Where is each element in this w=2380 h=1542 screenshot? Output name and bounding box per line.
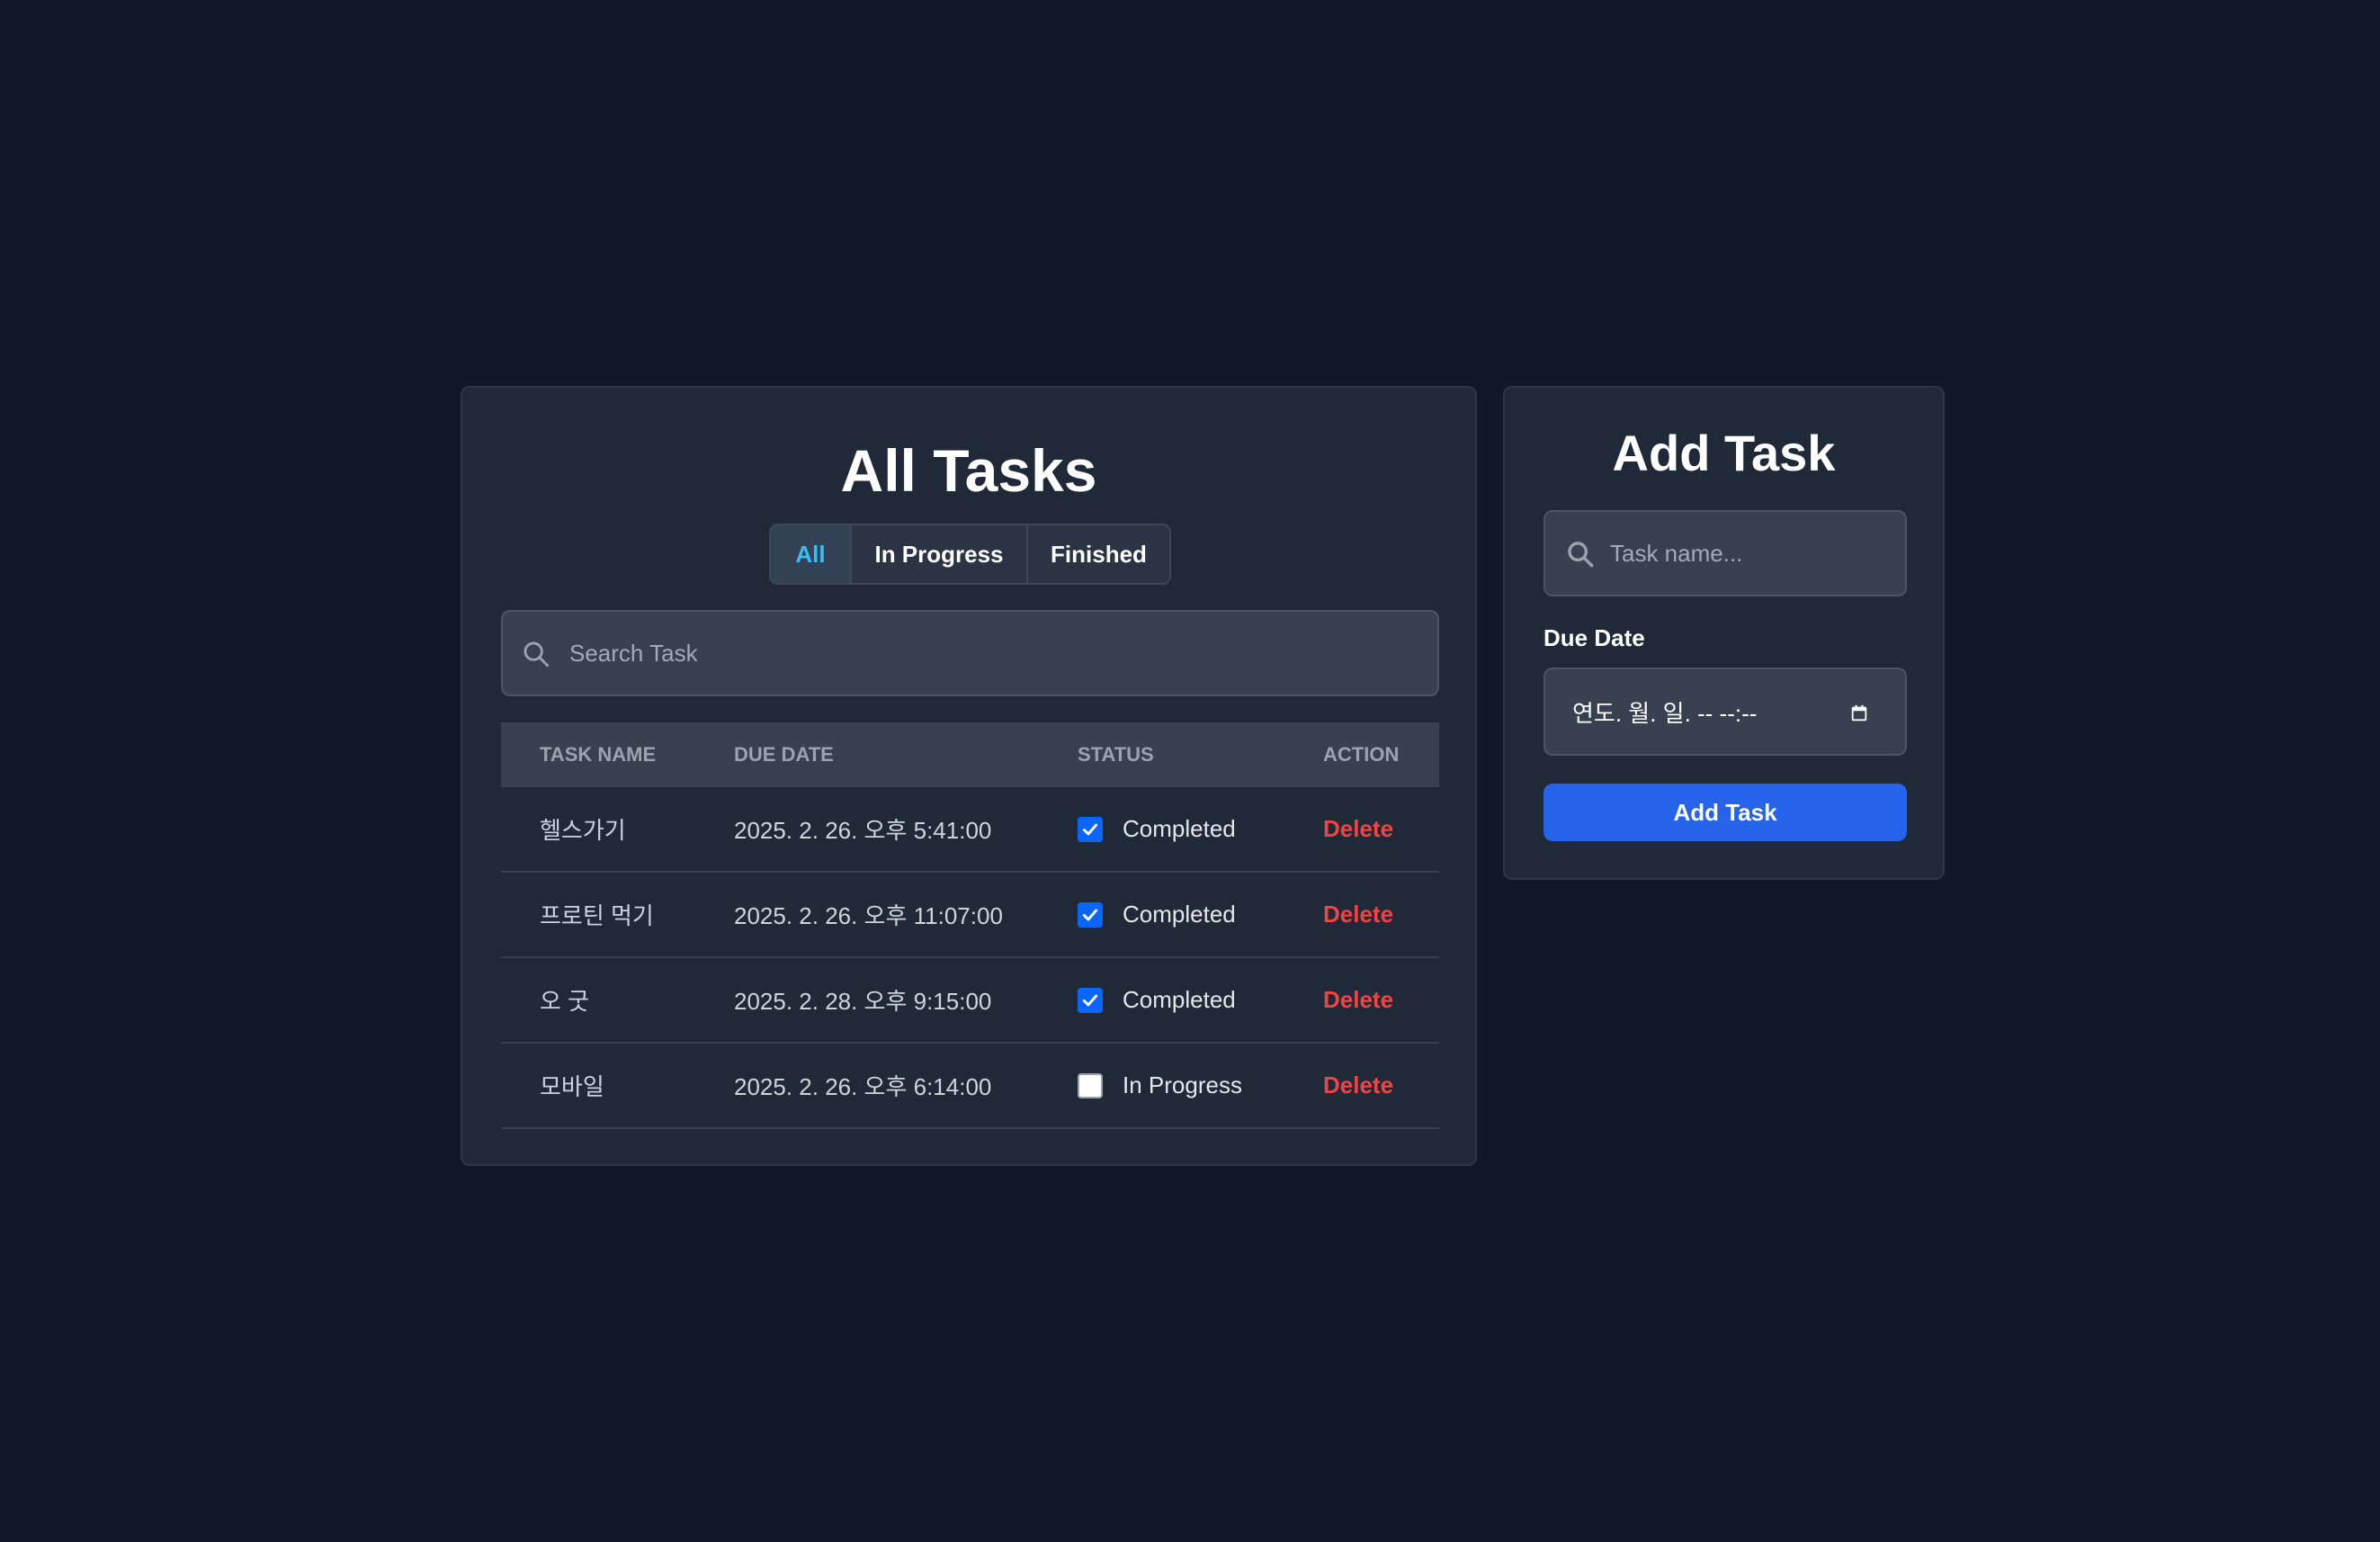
task-due-date: 2025. 2. 28. 오후 9:15:00 [734,988,992,1015]
status-cell: Completed [1078,986,1236,1014]
status-label: Completed [1123,986,1236,1013]
tab-in-progress[interactable]: In Progress [850,525,1026,583]
table-row: 헬스가기 2025. 2. 26. 오후 5:41:00 Completed D… [501,787,1439,873]
task-name: 프로틴 먹기 [540,902,654,929]
column-header-task-name: TASK NAME [540,743,657,766]
tab-finished[interactable]: Finished [1026,525,1169,583]
column-header-action: ACTION [1323,743,1400,766]
status-checkbox[interactable] [1078,816,1103,842]
task-name-input[interactable] [1608,512,1891,595]
table-row: 모바일 2025. 2. 26. 오후 6:14:00 In Progress … [501,1044,1439,1129]
delete-button[interactable]: Delete [1323,1071,1393,1099]
tab-all[interactable]: All [771,525,850,583]
search-icon [521,639,551,669]
table-row: 오 굿 2025. 2. 28. 오후 9:15:00 Completed De… [501,958,1439,1044]
task-table: TASK NAME DUE DATE STATUS ACTION 헬스가기 20… [501,722,1439,1129]
filter-tabs: All In Progress Finished [769,524,1171,585]
add-task-button[interactable]: Add Task [1543,784,1907,841]
check-icon [1082,994,1098,1006]
delete-button[interactable]: Delete [1323,901,1393,928]
status-label: Completed [1123,815,1236,842]
calendar-icon[interactable] [1849,704,1869,723]
status-checkbox[interactable] [1078,987,1103,1013]
status-cell: Completed [1078,815,1236,843]
task-name: 오 굿 [540,988,590,1015]
status-checkbox[interactable] [1078,1072,1103,1098]
task-name: 모바일 [540,1073,604,1100]
table-row: 프로틴 먹기 2025. 2. 26. 오후 11:07:00 Complete… [501,873,1439,958]
column-header-due-date: DUE DATE [734,743,834,766]
check-icon [1082,909,1098,920]
tasks-panel: All Tasks All In Progress Finished TASK … [461,386,1477,1166]
column-header-status: STATUS [1078,743,1154,766]
due-date-value: 연도. 월. 일. -- --:-- [1572,699,1758,727]
status-checkbox[interactable] [1078,901,1103,928]
status-label: In Progress [1123,1071,1242,1098]
status-label: Completed [1123,901,1236,928]
due-date-label: Due Date [1543,624,1645,651]
task-name-box [1543,510,1907,596]
add-task-panel: Add Task Due Date 연도. 월. 일. -- --:-- Add… [1503,386,1945,880]
delete-button[interactable]: Delete [1323,815,1393,843]
status-cell: Completed [1078,901,1236,928]
page-title: All Tasks [840,437,1097,504]
search-icon [1565,539,1596,569]
due-date-input[interactable]: 연도. 월. 일. -- --:-- [1543,668,1907,756]
task-due-date: 2025. 2. 26. 오후 5:41:00 [734,817,992,844]
search-task-box [501,610,1439,696]
status-cell: In Progress [1078,1071,1242,1099]
table-header: TASK NAME DUE DATE STATUS ACTION [501,722,1439,787]
task-due-date: 2025. 2. 26. 오후 11:07:00 [734,902,1003,929]
task-name: 헬스가기 [540,817,626,844]
add-task-title: Add Task [1612,425,1836,481]
search-task-input[interactable] [568,612,1423,695]
check-icon [1082,823,1098,835]
task-due-date: 2025. 2. 26. 오후 6:14:00 [734,1073,992,1100]
delete-button[interactable]: Delete [1323,986,1393,1014]
